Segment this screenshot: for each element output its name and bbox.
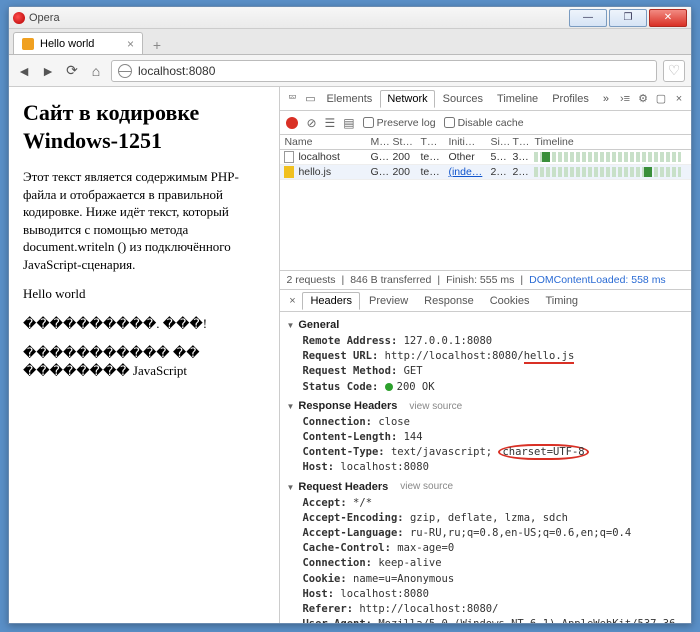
clear-icon[interactable]: ⊘ [306, 116, 316, 130]
globe-icon [118, 64, 132, 78]
bookmark-button[interactable]: ♡ [663, 60, 685, 82]
col-method[interactable]: M… [370, 136, 392, 148]
rendered-page: Сайт в кодировке Windows-1251 Этот текст… [9, 87, 279, 623]
page-para: Этот текст является содержимым PHP-файла… [23, 168, 265, 273]
network-row[interactable]: localhost G… 200 te… Other 5… 3… [280, 150, 691, 165]
subtab-headers[interactable]: Headers [302, 292, 360, 310]
page-para: ����������. ���! [23, 315, 265, 333]
nav-bar: ◄ ► ⟳ ⌂ localhost:8080 ♡ [9, 55, 691, 87]
tab-title: Hello world [40, 38, 94, 50]
browser-window: Opera — ❐ ✕ Hello world × + ◄ ► ⟳ ⌂ loca… [8, 6, 692, 624]
devtools-close-icon[interactable]: × [671, 91, 687, 107]
new-tab-button[interactable]: + [147, 36, 167, 54]
row-name: hello.js [298, 166, 331, 178]
content-area: Сайт в кодировке Windows-1251 Этот текст… [9, 87, 691, 623]
tab-profiles[interactable]: Profiles [546, 91, 595, 107]
col-time[interactable]: T… [512, 136, 534, 148]
titlebar: Opera — ❐ ✕ [9, 7, 691, 29]
devtools-tabs: ⮹ ▭ Elements Network Sources Timeline Pr… [280, 87, 691, 111]
device-icon[interactable]: ▭ [302, 91, 318, 107]
network-toolbar: ⊘ ☰ ▤ Preserve log Disable cache [280, 111, 691, 135]
dock-icon[interactable]: ▢ [653, 91, 669, 107]
inspect-icon[interactable]: ⮹ [284, 91, 300, 107]
console-toggle-icon[interactable]: ›≡ [617, 91, 633, 107]
col-timeline[interactable]: Timeline [534, 136, 687, 148]
request-subtabs: × Headers Preview Response Cookies Timin… [280, 290, 691, 312]
section-request-headers[interactable]: Request Headersview source [286, 480, 685, 496]
network-columns: Name M… St… T… Initi… Si… T… Timeline [280, 135, 691, 150]
subtab-cookies[interactable]: Cookies [483, 293, 537, 309]
initiator-link[interactable]: (inde… [448, 166, 490, 178]
favicon-icon [22, 38, 34, 50]
home-button[interactable]: ⌂ [87, 62, 105, 80]
filmstrip-icon[interactable]: ▤ [343, 116, 354, 130]
row-name: localhost [298, 151, 339, 163]
col-name[interactable]: Name [284, 136, 370, 148]
timeline-bar [534, 167, 681, 177]
settings-icon[interactable]: ⚙ [635, 91, 651, 107]
disable-cache-checkbox[interactable]: Disable cache [444, 117, 524, 129]
timeline-bar [534, 152, 681, 162]
tab-timeline[interactable]: Timeline [491, 91, 544, 107]
tab-close-icon[interactable]: × [127, 37, 134, 51]
section-general[interactable]: General [286, 318, 685, 334]
window-close-button[interactable]: ✕ [649, 9, 687, 27]
filter-icon[interactable]: ☰ [325, 116, 336, 130]
document-icon [284, 151, 294, 163]
preserve-log-checkbox[interactable]: Preserve log [363, 117, 436, 129]
subtab-timing[interactable]: Timing [538, 293, 585, 309]
close-details-icon[interactable]: × [284, 295, 300, 307]
script-icon [284, 166, 294, 178]
subtab-response[interactable]: Response [417, 293, 481, 309]
col-status[interactable]: St… [392, 136, 420, 148]
subtab-preview[interactable]: Preview [362, 293, 415, 309]
tab-network[interactable]: Network [380, 90, 434, 108]
url-text: localhost:8080 [138, 64, 215, 78]
col-type[interactable]: T… [420, 136, 448, 148]
col-initiator[interactable]: Initi… [448, 136, 490, 148]
page-para: Hello world [23, 285, 265, 303]
page-para: ����������� �� �������� JavaScript [23, 344, 265, 379]
page-heading: Сайт в кодировке Windows-1251 [23, 99, 265, 154]
forward-button[interactable]: ► [39, 62, 57, 80]
col-size[interactable]: Si… [490, 136, 512, 148]
tab-strip: Hello world × + [9, 29, 691, 55]
app-name: Opera [29, 12, 60, 24]
headers-details: General Remote Address: 127.0.0.1:8080 R… [280, 312, 691, 623]
reload-button[interactable]: ⟳ [63, 62, 81, 80]
browser-tab[interactable]: Hello world × [13, 32, 143, 54]
opera-icon [13, 12, 25, 24]
back-button[interactable]: ◄ [15, 62, 33, 80]
minimize-button[interactable]: — [569, 9, 607, 27]
app-menu[interactable]: Opera [13, 12, 60, 24]
view-source-link[interactable]: view source [409, 400, 462, 415]
devtools-panel: ⮹ ▭ Elements Network Sources Timeline Pr… [279, 87, 691, 623]
maximize-button[interactable]: ❐ [609, 9, 647, 27]
address-bar[interactable]: localhost:8080 [111, 60, 657, 82]
section-response-headers[interactable]: Response Headersview source [286, 399, 685, 415]
tab-more[interactable]: » [597, 91, 615, 107]
record-button[interactable] [286, 117, 298, 129]
network-summary: 2 requests| 846 B transferred| Finish: 5… [280, 270, 691, 290]
view-source-link[interactable]: view source [400, 480, 453, 495]
tab-elements[interactable]: Elements [320, 91, 378, 107]
url-highlight: hello.js [524, 350, 575, 364]
charset-highlight: charset=UTF-8 [498, 444, 588, 460]
tab-sources[interactable]: Sources [437, 91, 489, 107]
status-dot-icon [385, 383, 393, 391]
network-row[interactable]: hello.js G… 200 te… (inde… 2… 2… [280, 165, 691, 180]
